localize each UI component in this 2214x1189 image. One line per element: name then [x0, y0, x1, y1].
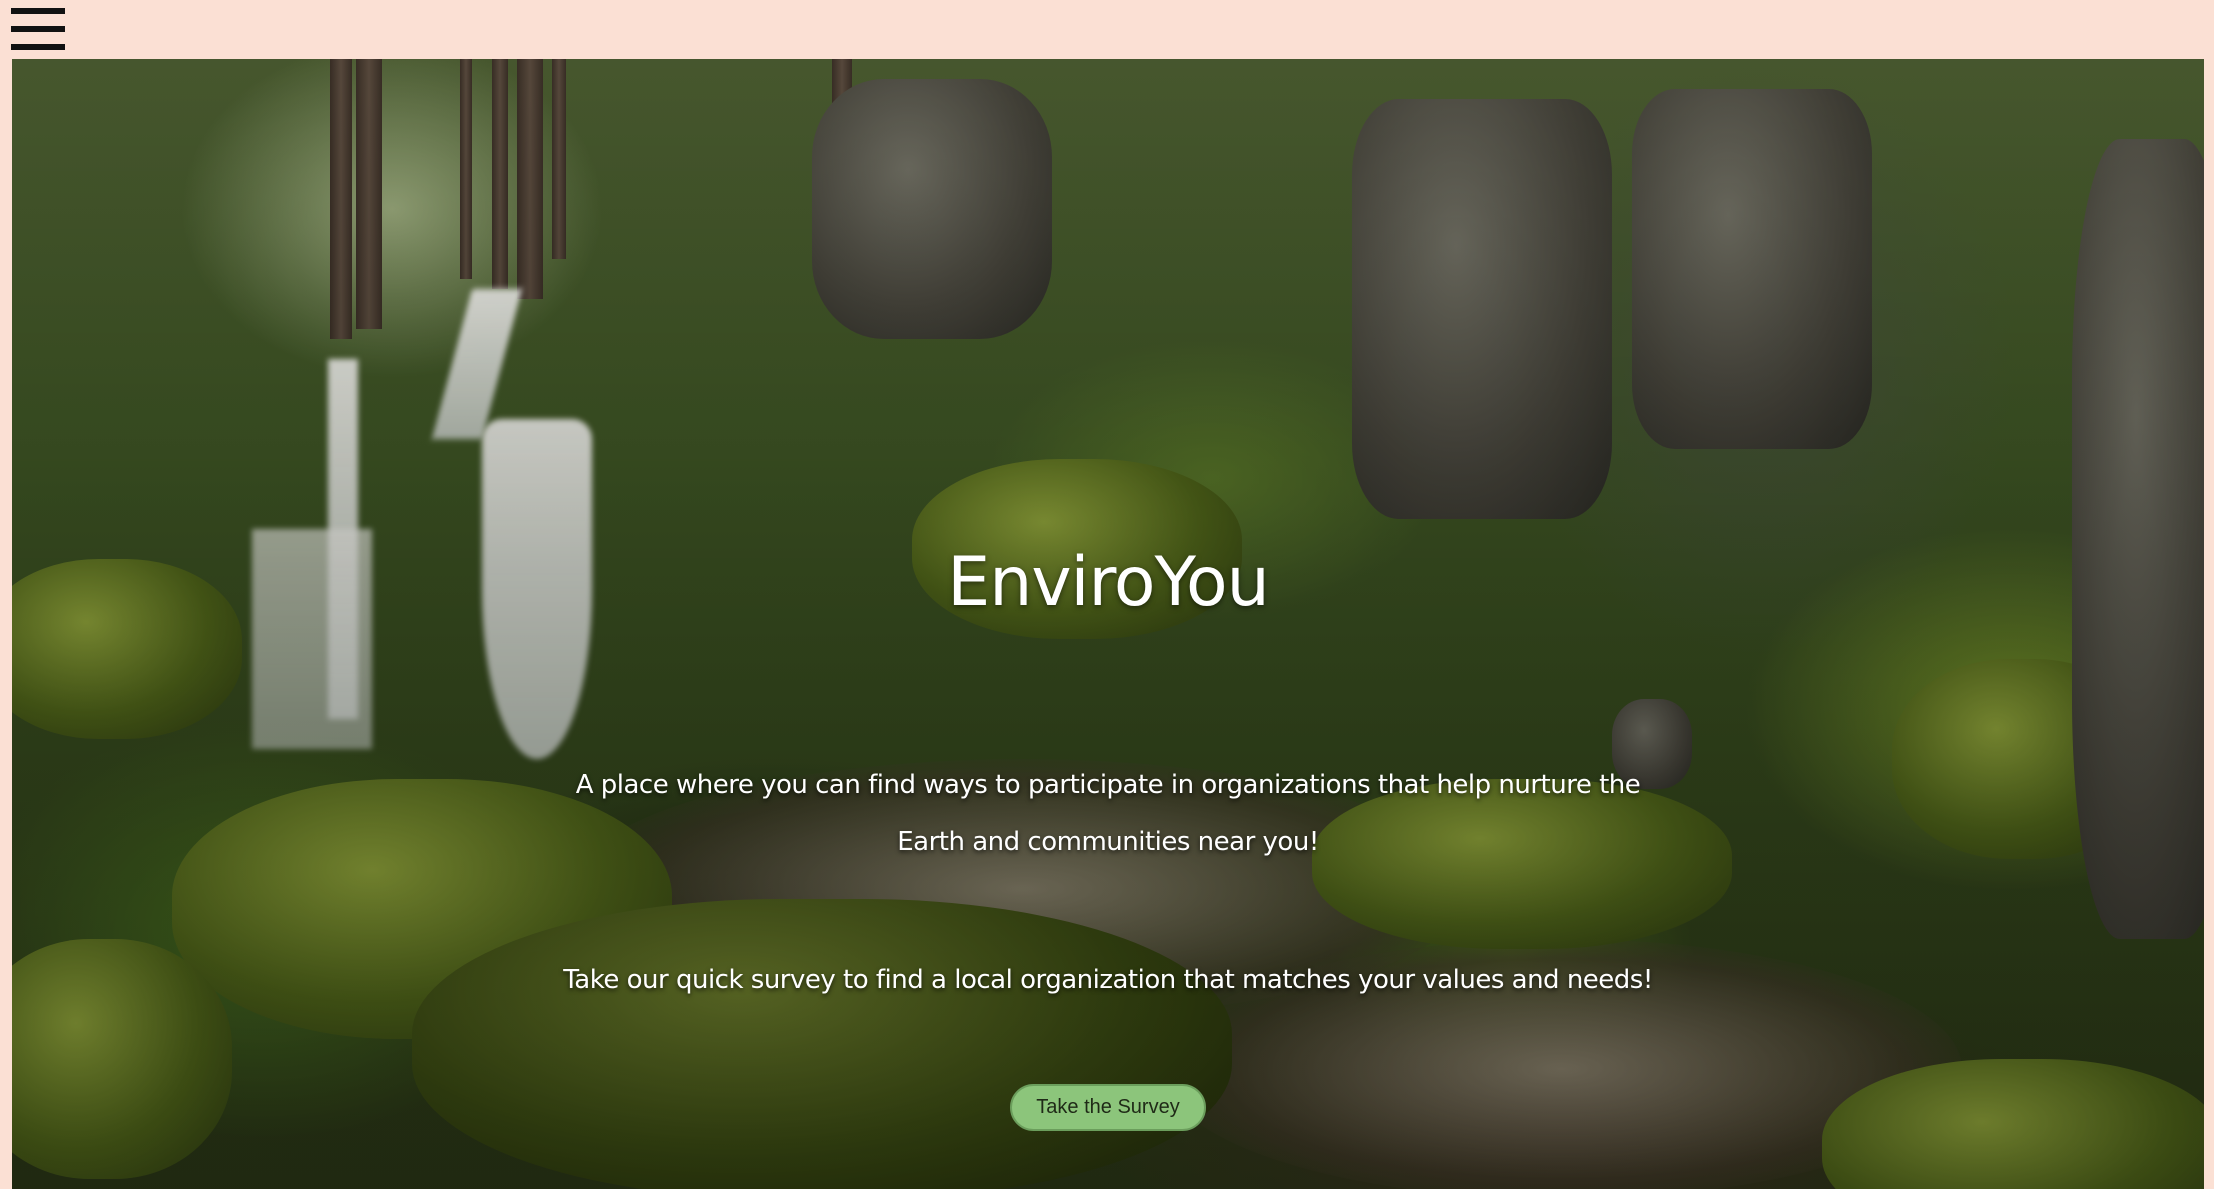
hero-overlay [12, 59, 2204, 1189]
menu-line [11, 26, 65, 32]
menu-line [11, 8, 65, 14]
page-title: EnviroYou [947, 543, 1269, 622]
top-nav-bar [0, 0, 2214, 59]
take-survey-button[interactable]: Take the Survey [1010, 1084, 1206, 1131]
survey-cta-text: Take our quick survey to find a local or… [563, 965, 1653, 995]
hamburger-menu-icon[interactable] [11, 8, 65, 52]
menu-line [11, 44, 65, 50]
hero-section: EnviroYou A place where you can find way… [12, 59, 2204, 1189]
hero-subtitle: A place where you can find ways to parti… [575, 770, 1641, 857]
